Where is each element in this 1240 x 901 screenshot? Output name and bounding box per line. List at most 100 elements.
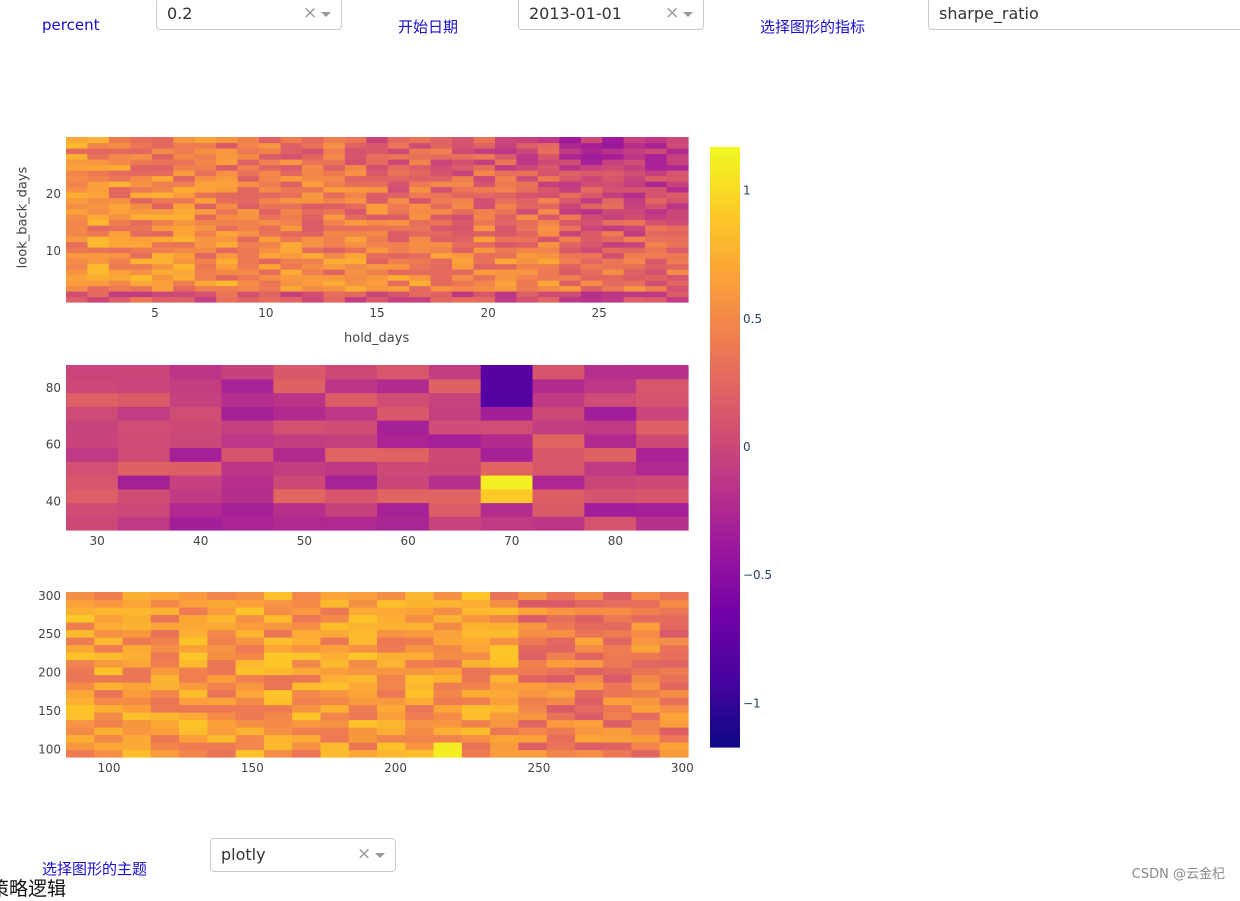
heatmap-1-cell [387,247,410,254]
heatmap-1-cell [516,247,539,254]
heatmap-1-cell [409,285,432,292]
heatmap-1-cell [645,252,668,259]
heatmap-1-cell [66,241,89,248]
heatmap-1-cell [259,197,282,204]
heatmap-3-cell [461,644,491,653]
heatmap-1-cell [645,153,668,160]
heatmap-1[interactable] [66,137,689,303]
colorbar-segment [710,242,740,248]
heatmap-2-cell [480,365,534,380]
heatmap-1-cell [344,263,367,270]
heatmap-3-cell [235,614,265,623]
heatmap-1-cell [216,291,239,298]
heatmap-3-cell [574,637,604,646]
heatmap-3-cell [461,727,491,736]
heatmap-1-cell [323,225,346,232]
colorbar-segment [710,362,740,368]
heatmap-1-cell [301,142,324,149]
heatmap-1-cell [366,170,389,177]
heatmap-1-cell [494,181,518,188]
theme-clear-icon[interactable]: × [357,844,371,864]
colorbar-segment [710,162,740,168]
heatmap-3-cell [490,674,519,683]
heatmap-1-cell [430,186,453,193]
heatmap-1-cell [452,252,475,259]
heatmap-2-cell [221,420,274,435]
heatmap-1-cell [108,280,131,287]
heatmap-1-cell [387,148,410,155]
heatmap-1-cell [409,214,432,221]
colorbar-segment [710,537,740,543]
heatmap-1-cell [323,159,346,166]
heatmap-1-cell [430,236,453,243]
heatmap-1-cell [430,164,453,171]
colorbar-segment [710,387,740,393]
heatmap-1-cell [494,219,518,226]
heatmap-1-cell [366,208,389,215]
heatmap-3-cell [603,734,633,743]
heatmap-1-cell [537,170,560,177]
heatmap-1-cell [430,280,453,287]
heatmap-3-cell [546,667,576,676]
heatmap-1-cell [645,148,668,155]
heatmap-1-cell [516,219,539,226]
heatmap-1-cell [237,214,260,221]
heatmap-1-cell [409,291,432,298]
heatmap-1-cell [301,208,324,215]
heatmap-3[interactable] [66,592,689,758]
heatmap-1-cell [66,252,89,259]
heatmap-1-cell [516,236,539,243]
heatmap-1-cell [494,175,518,182]
heatmap-3-cell [377,592,406,601]
heatmap-1-cell [494,142,518,149]
heatmap-1-cell [516,186,539,193]
heatmap-2-cell [428,475,482,490]
heatmap-3-cell [490,622,519,631]
heatmap-3-cell [320,682,350,691]
heatmap-1-cell [602,175,625,182]
heatmap-1-cell [559,159,582,166]
heatmap-3-cell [207,599,237,608]
heatmap-3-cell [574,667,604,676]
heatmap-3-cell [235,607,265,616]
heatmap-figure[interactable]: 10.50−0.5−1 5 10 15 20 25102030 40 50 60 70 80406… [0,0,1240,800]
heatmap-2-cell [377,447,430,462]
theme-chevron-down-icon[interactable] [375,853,385,858]
heatmap-3-y-tick-label: 300 [38,589,61,603]
heatmap-1-cell [66,175,89,182]
heatmap-3-cell [433,599,463,608]
heatmap-1-cell [580,153,603,160]
heatmap-2-cell [117,447,171,462]
heatmap-3-cell [461,749,491,758]
heatmap-1-cell [473,225,496,232]
heatmap-3-cell [631,652,661,661]
heatmap-2-cell [480,475,534,490]
heatmap-3-cell [574,727,604,736]
heatmap-3-cell [263,719,293,728]
heatmap-1-cell [173,159,196,166]
heatmap-1-cell [559,197,582,204]
heatmap-3-cell [574,734,604,743]
heatmap-1-cell [623,142,646,149]
heatmap-1-cell [387,236,410,243]
theme-select[interactable]: plotly × [210,838,396,872]
heatmap-1-cell [537,181,560,188]
heatmap-3-cell [377,599,406,608]
heatmap-3-cell [179,652,208,661]
heatmap-3-cell [207,614,237,623]
heatmap-1-cell [344,164,367,171]
heatmap-3-cell [631,599,661,608]
heatmap-1-cell [537,159,560,166]
heatmap-1-cell [151,164,174,171]
heatmap-2[interactable] [66,365,689,531]
heatmap-1-cell [151,175,174,182]
heatmap-1-cell [580,214,603,221]
heatmap-1-cell [645,170,668,177]
heatmap-1-cell [151,181,174,188]
heatmap-1-cell [108,285,131,292]
heatmap-1-cell [430,170,453,177]
heatmap-3-cell [574,607,604,616]
heatmap-3-cell [94,697,124,706]
heatmap-2-cell [532,392,585,407]
heatmap-3-cell [603,659,633,668]
